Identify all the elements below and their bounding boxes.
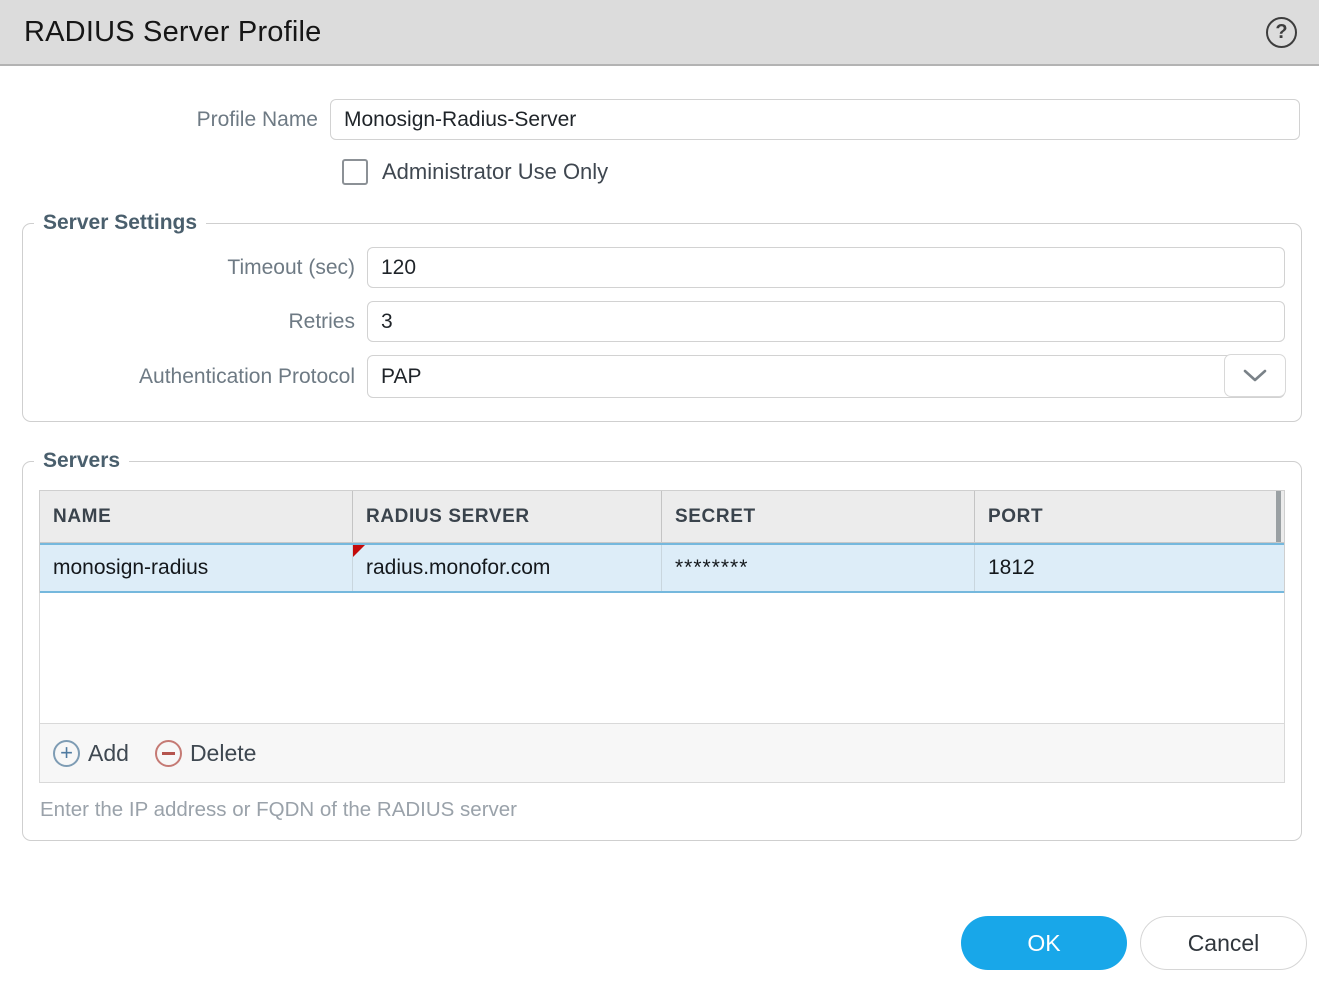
profile-name-input[interactable]	[330, 99, 1300, 140]
cell-name[interactable]: monosign-radius	[40, 545, 353, 591]
cell-port[interactable]: 1812	[975, 545, 1284, 591]
add-button[interactable]: + Add	[53, 740, 129, 767]
admin-use-only-label: Administrator Use Only	[382, 159, 608, 185]
server-settings-group: Server Settings Timeout (sec) Retries Au…	[22, 211, 1302, 422]
auth-protocol-label: Authentication Protocol	[23, 365, 367, 389]
server-settings-legend: Server Settings	[34, 211, 206, 235]
timeout-label: Timeout (sec)	[23, 256, 367, 280]
retries-label: Retries	[23, 310, 367, 334]
servers-group: Servers NAME RADIUS SERVER SECRET PORT m…	[22, 449, 1302, 841]
plus-circle-icon: +	[53, 740, 80, 767]
servers-legend: Servers	[34, 449, 129, 473]
help-icon[interactable]: ?	[1266, 17, 1297, 48]
column-header-port[interactable]: PORT	[975, 491, 1284, 542]
servers-table-header: NAME RADIUS SERVER SECRET PORT	[40, 491, 1284, 543]
servers-table: NAME RADIUS SERVER SECRET PORT monosign-…	[39, 490, 1285, 593]
admin-use-only-row: Administrator Use Only	[342, 159, 1319, 185]
table-row[interactable]: monosign-radius radius.monofor.com *****…	[40, 543, 1284, 593]
cell-radius-server-text: radius.monofor.com	[366, 556, 550, 580]
column-header-name[interactable]: NAME	[40, 491, 353, 542]
servers-table-empty-area	[39, 593, 1285, 723]
dialog-header: RADIUS Server Profile ?	[0, 0, 1319, 66]
servers-helper-text: Enter the IP address or FQDN of the RADI…	[40, 798, 1285, 822]
admin-use-only-checkbox[interactable]	[342, 159, 368, 185]
auth-protocol-row: Authentication Protocol PAP	[23, 355, 1301, 398]
chevron-down-icon[interactable]	[1224, 354, 1286, 397]
cell-secret[interactable]: ********	[662, 545, 975, 591]
ok-button[interactable]: OK	[961, 916, 1127, 970]
timeout-row: Timeout (sec)	[23, 247, 1301, 288]
column-header-secret[interactable]: SECRET	[662, 491, 975, 542]
timeout-input[interactable]	[367, 247, 1285, 288]
delete-button[interactable]: Delete	[155, 740, 256, 767]
servers-table-footer: + Add Delete	[39, 723, 1285, 783]
add-button-label: Add	[88, 740, 129, 767]
cell-radius-server[interactable]: radius.monofor.com	[353, 545, 662, 591]
cancel-button[interactable]: Cancel	[1140, 916, 1307, 970]
minus-circle-icon	[155, 740, 182, 767]
profile-name-row: Profile Name	[0, 99, 1319, 140]
column-header-radius-server[interactable]: RADIUS SERVER	[353, 491, 662, 542]
profile-name-label: Profile Name	[0, 108, 330, 132]
retries-input[interactable]	[367, 301, 1285, 342]
auth-protocol-select[interactable]: PAP	[367, 355, 1285, 398]
dialog-footer: OK Cancel	[0, 916, 1307, 970]
delete-button-label: Delete	[190, 740, 256, 767]
retries-row: Retries	[23, 301, 1301, 342]
dialog-title: RADIUS Server Profile	[24, 16, 322, 49]
modified-marker-icon	[353, 545, 365, 557]
